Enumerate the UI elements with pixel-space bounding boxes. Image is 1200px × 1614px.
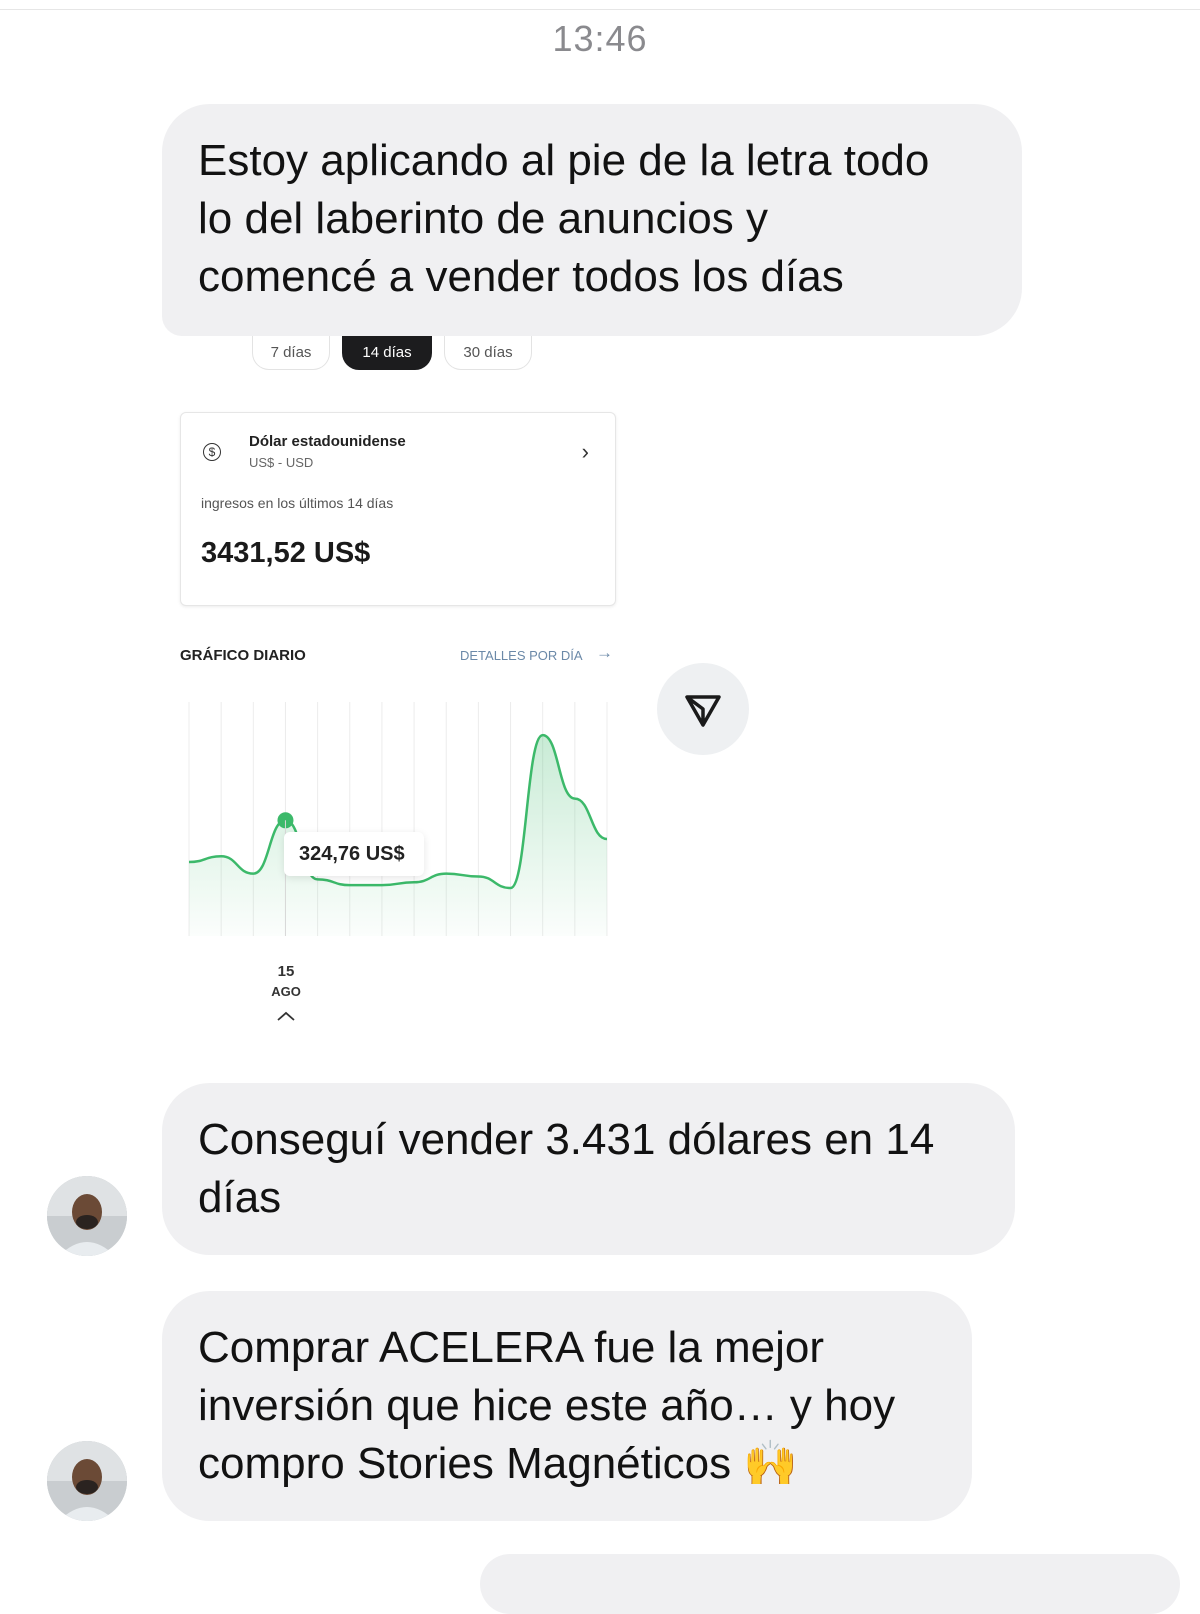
dollar-circle-icon: $	[203, 443, 221, 461]
income-label: ingresos en los últimos 14 días	[201, 495, 394, 511]
top-divider	[0, 9, 1200, 10]
details-link: DETALLES POR DÍA	[460, 648, 583, 663]
chevron-up-icon	[277, 1011, 295, 1021]
message-text: Conseguí vender 3.431 dólares en 14 días	[198, 1115, 935, 1222]
selected-date-day: 15	[277, 963, 295, 980]
currency-name: Dólar estadounidense	[249, 433, 406, 450]
range-pill-7: 7 días	[252, 336, 330, 370]
message-bubble-incoming[interactable]: Comprar ACELERA fue la mejor inversión q…	[162, 1291, 972, 1521]
chart-tooltip: 324,76 US$	[284, 832, 424, 876]
chart-header: GRÁFICO DIARIO	[180, 647, 306, 664]
avatar[interactable]	[47, 1441, 127, 1521]
income-amount: 3431,52 US$	[201, 537, 371, 569]
selected-date-month: AGO	[271, 984, 301, 999]
avatar-image	[47, 1441, 127, 1521]
currency-code: US$ - USD	[249, 455, 314, 470]
range-pill-14: 14 días	[342, 336, 432, 370]
message-bubble-incoming[interactable]: Conseguí vender 3.431 dólares en 14 días	[162, 1083, 1015, 1255]
share-button[interactable]	[657, 663, 749, 755]
message-bubble-partial[interactable]	[480, 1554, 1180, 1614]
chevron-right-icon: ›	[581, 439, 589, 464]
shared-screenshot[interactable]: 7 días 14 días 30 días $ Dólar estadouni…	[162, 336, 632, 1048]
avatar[interactable]	[47, 1176, 127, 1256]
range-pill-30: 30 días	[444, 336, 532, 370]
message-text: Comprar ACELERA fue la mejor inversión q…	[198, 1323, 896, 1488]
send-icon	[685, 695, 721, 727]
arrow-right-icon: →	[596, 643, 613, 662]
daily-chart	[188, 702, 608, 936]
tooltip-value: 324,76 US$	[299, 842, 405, 865]
message-timestamp: 13:46	[552, 18, 648, 59]
message-bubble-outgoing[interactable]: Estoy aplicando al pie de la letra todo …	[162, 104, 1022, 336]
message-text: Estoy aplicando al pie de la letra todo …	[198, 136, 930, 301]
avatar-image	[47, 1176, 127, 1256]
currency-card: $ Dólar estadounidense US$ - USD › ingre…	[180, 412, 616, 606]
